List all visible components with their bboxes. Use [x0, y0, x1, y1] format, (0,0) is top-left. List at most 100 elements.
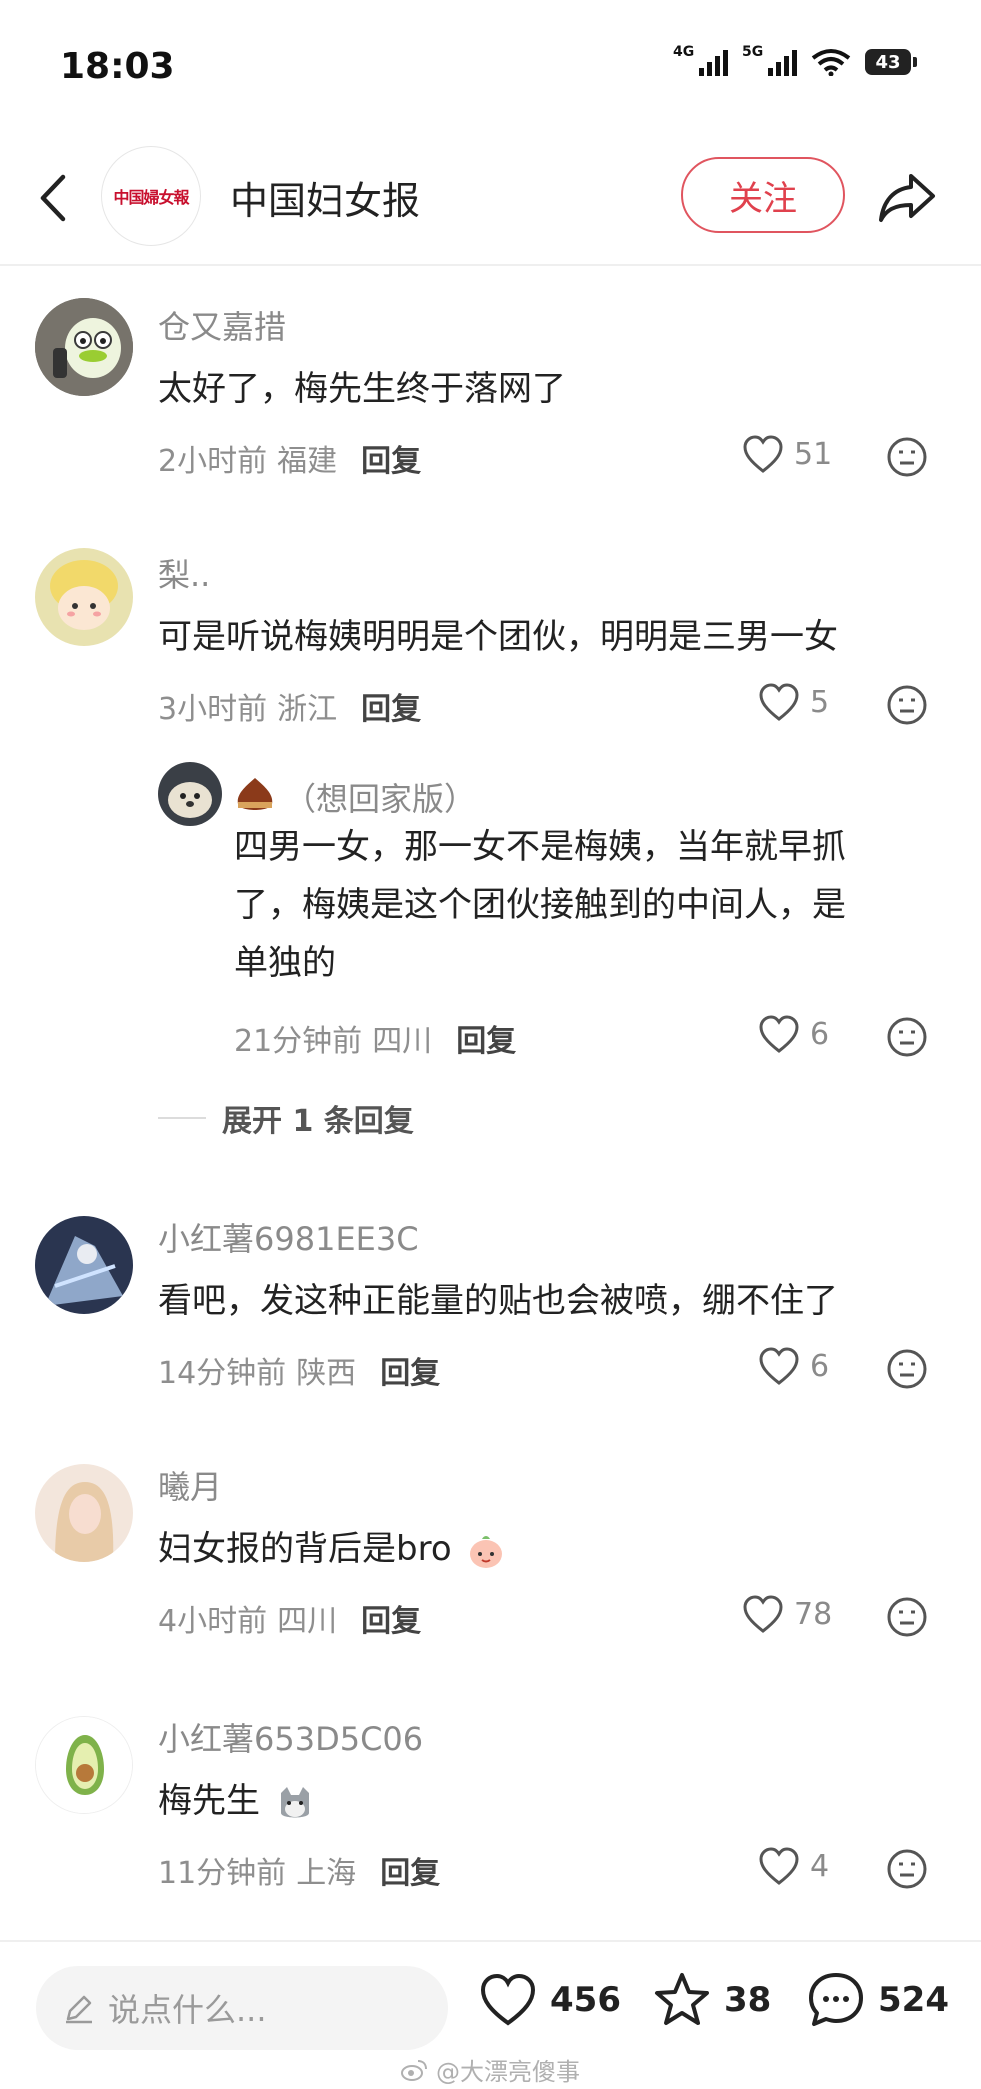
comment-meta: 14分钟前 陕西 回复: [158, 1348, 440, 1392]
sub-reply-text-line-3: 单独的: [234, 943, 336, 983]
comment-author[interactable]: 小红薯653D5C06: [158, 1714, 423, 1760]
reply-button[interactable]: 回复: [380, 1348, 440, 1392]
comment-text: 看吧，发这种正能量的贴也会被喷，绷不住了: [158, 1281, 838, 1321]
like-button[interactable]: 51: [742, 434, 832, 474]
comment-time: 11分钟前: [158, 1856, 287, 1891]
seal-avatar-icon: [158, 762, 222, 826]
avatar[interactable]: [35, 298, 133, 396]
page-title[interactable]: 中国妇女报: [230, 170, 420, 225]
back-button[interactable]: [30, 170, 74, 226]
comment-input[interactable]: 说点什么...: [36, 1966, 448, 2050]
heart-icon: [743, 435, 783, 473]
comment-location: 四川: [277, 1604, 338, 1639]
heart-icon: [759, 683, 799, 721]
heart-icon: [480, 1973, 536, 2026]
comment-meta: 3小时前 浙江 回复: [158, 684, 421, 728]
comment-location: 福建: [277, 444, 338, 479]
status-icons: 4G 5G 43: [673, 44, 917, 76]
signal-4g-label: 4G: [673, 44, 695, 60]
comment-time: 2小时前: [158, 444, 268, 479]
expand-replies-button[interactable]: 展开 1 条回复: [158, 1096, 414, 1140]
comment-location: 浙江: [277, 692, 338, 727]
sub-reply-author[interactable]: （想回家版）: [284, 774, 476, 820]
avatar[interactable]: [35, 1216, 133, 1314]
like-button[interactable]: 78: [742, 1594, 832, 1634]
comment-text: 太好了，梅先生终于落网了: [158, 369, 566, 409]
sub-reply-meta: 21分钟前 四川 回复: [234, 1016, 516, 1060]
follow-button[interactable]: 关注: [681, 157, 845, 233]
reply-button[interactable]: 回复: [361, 436, 421, 480]
comment-meta: 2小时前 福建 回复: [158, 436, 421, 480]
logo-text: 中国婦女報: [113, 188, 189, 207]
wifi-icon: [811, 49, 851, 76]
doll-avatar-icon: [35, 548, 133, 646]
duck-avatar-icon: [35, 298, 133, 396]
expand-label: 展开 1 条回复: [222, 1104, 414, 1139]
comment-location: 上海: [296, 1856, 357, 1891]
comment-text: 梅先生: [158, 1772, 315, 1830]
avatar[interactable]: [158, 762, 222, 826]
comment-text-content: 妇女报的背后是bro: [158, 1529, 452, 1569]
avocado-avatar-icon: [36, 1717, 132, 1813]
like-count: 5: [810, 684, 830, 720]
reply-button[interactable]: 回复: [361, 684, 421, 728]
expand-divider: [158, 1117, 206, 1119]
sub-reply-text-line-1: 四男一女，那一女不是梅姨，当年就早抓: [234, 827, 846, 867]
sub-reply-text-line-2: 了，梅姨是这个团伙接触到的中间人，是: [234, 885, 846, 925]
comment-meta: 4小时前 四川 回复: [158, 1596, 421, 1640]
reply-button[interactable]: 回复: [456, 1016, 516, 1060]
like-button[interactable]: 6: [758, 1014, 829, 1054]
watermark: @大漂亮傻事: [400, 2052, 580, 2087]
comment-time: 14分钟前: [158, 1356, 287, 1391]
like-post-button[interactable]: 456: [478, 1970, 621, 2030]
like-count: 78: [794, 1596, 833, 1632]
reply-button[interactable]: 回复: [361, 1596, 421, 1640]
comment-text: 可是听说梅姨明明是个团伙，明明是三男一女: [158, 617, 838, 657]
input-placeholder: 说点什么...: [108, 1991, 267, 2029]
weibo-icon: [401, 2059, 427, 2081]
comment-author[interactable]: 仓又嘉措: [158, 302, 286, 348]
dislike-face-icon[interactable]: [886, 436, 928, 478]
comment-time: 3小时前: [158, 692, 268, 727]
comment-author[interactable]: 梨..: [158, 550, 210, 596]
status-time: 18:03: [60, 46, 175, 87]
comment-author[interactable]: 曦月: [158, 1462, 222, 1508]
pencil-icon: [66, 1995, 92, 2024]
reply-button[interactable]: 回复: [380, 1848, 440, 1892]
heart-icon: [759, 1347, 799, 1385]
like-count: 6: [810, 1016, 830, 1052]
like-button[interactable]: 5: [758, 682, 829, 722]
signal-5g-label: 5G: [742, 44, 764, 60]
avatar[interactable]: [35, 1464, 133, 1562]
favorite-post-button[interactable]: 38: [652, 1970, 771, 2030]
dislike-face-icon[interactable]: [886, 1016, 928, 1058]
avatar[interactable]: [35, 548, 133, 646]
dislike-face-icon[interactable]: [886, 1348, 928, 1390]
speech-bubble-icon: [809, 1973, 863, 2026]
watermark-text: @大漂亮傻事: [436, 2058, 580, 2086]
heart-icon: [759, 1847, 799, 1885]
comment-author[interactable]: 小红薯6981EE3C: [158, 1214, 419, 1260]
like-count: 4: [810, 1848, 830, 1884]
share-icon: [879, 174, 935, 222]
comment-location: 陕西: [296, 1356, 357, 1391]
post-like-count: 456: [550, 1980, 621, 2020]
avatar[interactable]: [35, 1716, 133, 1814]
like-button[interactable]: 6: [758, 1346, 829, 1386]
cat-emoji-icon: [280, 1786, 309, 1817]
comment-post-button[interactable]: 524: [806, 1970, 949, 2030]
signal-4g-icon: 4G: [673, 44, 728, 76]
like-button[interactable]: 4: [758, 1846, 829, 1886]
battery-icon: 43: [865, 49, 917, 75]
header: 中国婦女報 中国妇女报 关注: [0, 130, 981, 266]
bottom-bar: 说点什么... 456 38 524 @大漂亮傻事: [0, 1940, 981, 2089]
dislike-face-icon[interactable]: [886, 684, 928, 726]
heart-icon: [759, 1015, 799, 1053]
sub-reply-location: 四川: [372, 1024, 433, 1059]
dislike-face-icon[interactable]: [886, 1596, 928, 1638]
comment-meta: 11分钟前 上海 回复: [158, 1848, 440, 1892]
account-avatar[interactable]: 中国婦女報: [101, 146, 201, 246]
star-icon: [655, 1973, 709, 2025]
dislike-face-icon[interactable]: [886, 1848, 928, 1890]
share-button[interactable]: [875, 166, 939, 230]
